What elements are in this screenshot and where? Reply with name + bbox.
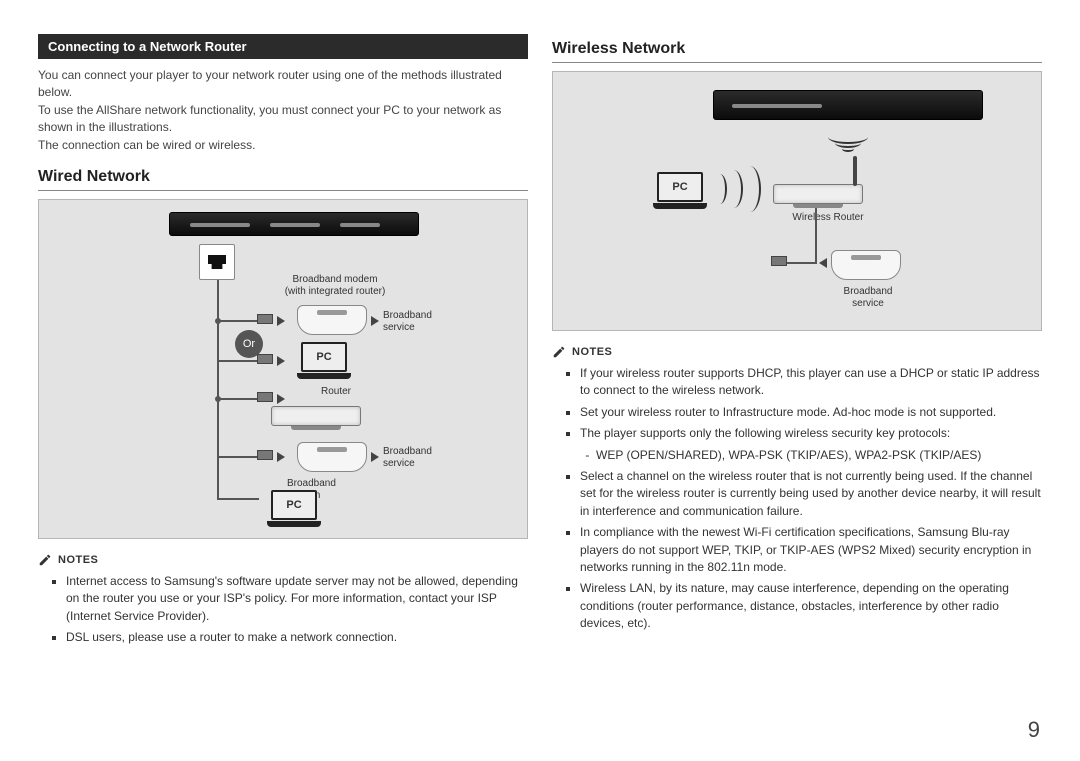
label-broadband-service-1: Broadband service <box>383 310 443 334</box>
note-item: Set your wireless router to Infrastructu… <box>580 404 1042 421</box>
broadband-modem-illustration <box>297 442 367 472</box>
wired-heading: Wired Network <box>38 168 528 186</box>
note-item: The player supports only the following w… <box>580 425 1042 464</box>
player-rear-illustration <box>169 212 419 236</box>
notes-heading-right: NOTES <box>552 345 1042 359</box>
left-column: Connecting to a Network Router You can c… <box>38 34 528 651</box>
note-item: In compliance with the newest Wi-Fi cert… <box>580 524 1042 576</box>
label-wireless-router: Wireless Router <box>783 212 873 224</box>
note-item: Wireless LAN, by its nature, may cause i… <box>580 580 1042 632</box>
pc-laptop-illustration-2: PC <box>267 490 321 527</box>
wireless-router-illustration <box>773 184 863 208</box>
wireless-network-diagram: PC Wireless Router Broadband service <box>552 71 1042 331</box>
note-item: Internet access to Samsung's software up… <box>66 573 528 625</box>
blu-ray-player-illustration <box>713 90 983 120</box>
or-label: Or <box>243 338 255 350</box>
notes-heading-left: NOTES <box>38 553 528 567</box>
label-broadband-service-wireless: Broadband service <box>833 286 903 310</box>
pencil-icon <box>38 553 52 567</box>
pencil-icon <box>552 345 566 359</box>
intro-p2: To use the AllShare network functionalit… <box>38 102 528 137</box>
intro-p1: You can connect your player to your netw… <box>38 67 528 102</box>
intro-text: You can connect your player to your netw… <box>38 67 528 154</box>
label-router: Router <box>311 386 361 398</box>
integrated-modem-illustration <box>297 305 367 335</box>
right-column: Wireless Network PC <box>552 34 1042 651</box>
note-item: If your wireless router supports DHCP, t… <box>580 365 1042 400</box>
divider <box>38 190 528 191</box>
notes-label-right: NOTES <box>572 346 612 358</box>
page-number: 9 <box>1028 717 1040 743</box>
intro-p3: The connection can be wired or wireless. <box>38 137 528 154</box>
wired-network-diagram: Or Broadband modem (with integrated rout… <box>38 199 528 539</box>
notes-list-right: If your wireless router supports DHCP, t… <box>580 365 1042 632</box>
notes-label-left: NOTES <box>58 554 98 566</box>
pc-laptop-illustration-1: PC <box>297 342 351 379</box>
notes-list-left: Internet access to Samsung's software up… <box>66 573 528 647</box>
label-broadband-modem-router: Broadband modem (with integrated router) <box>275 274 395 298</box>
label-broadband-service-2: Broadband service <box>383 446 443 470</box>
protocols-subitem: WEP (OPEN/SHARED), WPA-PSK (TKIP/AES), W… <box>596 447 1042 464</box>
ethernet-port-icon <box>199 244 235 280</box>
note-item: DSL users, please use a router to make a… <box>66 629 528 646</box>
divider <box>552 62 1042 63</box>
broadband-modem-illustration-wireless <box>831 250 901 280</box>
router-illustration <box>271 406 361 430</box>
wireless-heading: Wireless Network <box>552 40 1042 58</box>
pc-laptop-illustration-wireless: PC <box>653 172 707 209</box>
section-bar-connecting: Connecting to a Network Router <box>38 34 528 59</box>
note-item: Select a channel on the wireless router … <box>580 468 1042 520</box>
